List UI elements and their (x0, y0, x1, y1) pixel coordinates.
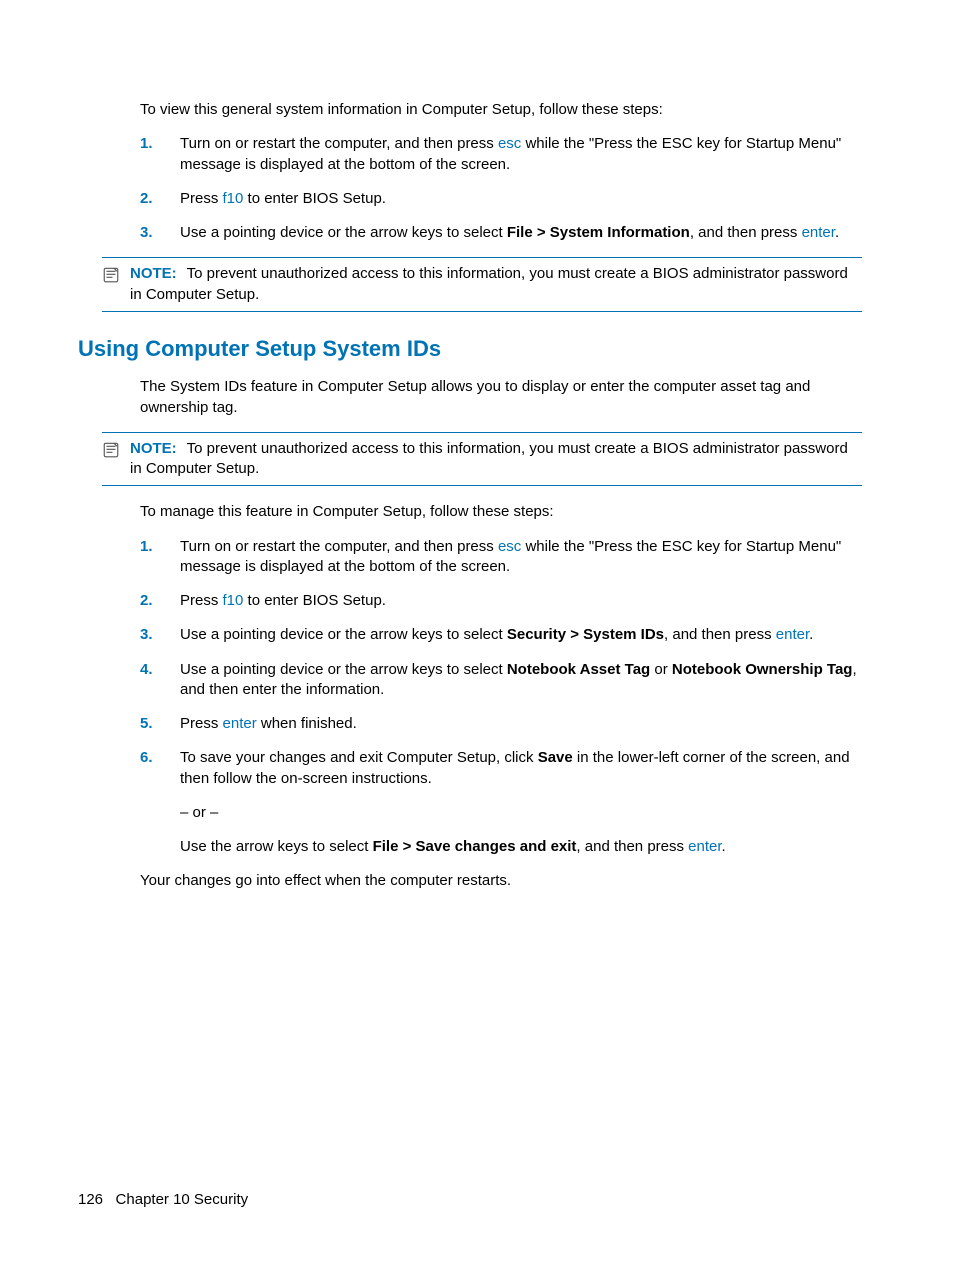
step-number: 1. (140, 134, 180, 154)
step-text: Use a pointing device or the arrow keys … (180, 223, 862, 243)
step-number: 6. (140, 748, 180, 768)
step-text: Press f10 to enter BIOS Setup. (180, 189, 862, 209)
section-heading: Using Computer Setup System IDs (78, 334, 862, 364)
step-text: Use a pointing device or the arrow keys … (180, 625, 862, 645)
note-text: NOTE:To prevent unauthorized access to t… (130, 439, 862, 480)
note-text: NOTE:To prevent unauthorized access to t… (130, 264, 862, 305)
list-item: 5. Press enter when finished. (140, 714, 862, 734)
chapter-label: Chapter 10 Security (116, 1191, 249, 1208)
note-label: NOTE: (130, 265, 177, 282)
key-enter: enter (223, 715, 257, 732)
option-asset-tag: Notebook Asset Tag (507, 661, 650, 678)
note-block-1: NOTE:To prevent unauthorized access to t… (102, 257, 862, 312)
page-footer: 126 Chapter 10 Security (78, 1190, 248, 1210)
step-text: To save your changes and exit Computer S… (180, 748, 862, 789)
intro-paragraph-2: The System IDs feature in Computer Setup… (140, 377, 862, 418)
note-icon (102, 439, 122, 465)
step-number: 4. (140, 660, 180, 680)
step-number: 3. (140, 625, 180, 645)
list-item: 1. Turn on or restart the computer, and … (140, 134, 862, 175)
list-item: 2. Press f10 to enter BIOS Setup. (140, 591, 862, 611)
key-esc: esc (498, 135, 521, 152)
option-ownership-tag: Notebook Ownership Tag (672, 661, 853, 678)
list-item: 3. Use a pointing device or the arrow ke… (140, 625, 862, 645)
key-enter: enter (688, 838, 721, 855)
intro-paragraph-3: To manage this feature in Computer Setup… (140, 502, 862, 522)
step-text: Turn on or restart the computer, and the… (180, 134, 862, 175)
step-text: Use a pointing device or the arrow keys … (180, 660, 862, 701)
note-icon (102, 264, 122, 290)
intro-paragraph-1: To view this general system information … (140, 100, 862, 120)
steps-list-1: 1. Turn on or restart the computer, and … (140, 134, 862, 243)
or-separator: – or – (180, 803, 862, 823)
list-item: 3. Use a pointing device or the arrow ke… (140, 223, 862, 243)
list-item: 1. Turn on or restart the computer, and … (140, 537, 862, 578)
menu-path: Security > System IDs (507, 626, 664, 643)
list-item: 4. Use a pointing device or the arrow ke… (140, 660, 862, 701)
key-enter: enter (802, 224, 835, 241)
step-text: Press enter when finished. (180, 714, 862, 734)
closing-paragraph: Your changes go into effect when the com… (140, 871, 862, 891)
step-number: 5. (140, 714, 180, 734)
step-number: 2. (140, 591, 180, 611)
step-text: Turn on or restart the computer, and the… (180, 537, 862, 578)
step-number: 1. (140, 537, 180, 557)
key-f10: f10 (223, 592, 244, 609)
page-number: 126 (78, 1191, 103, 1208)
list-item: 2. Press f10 to enter BIOS Setup. (140, 189, 862, 209)
step-number: 2. (140, 189, 180, 209)
key-enter: enter (776, 626, 809, 643)
key-esc: esc (498, 538, 521, 555)
key-f10: f10 (223, 190, 244, 207)
list-item: 6. To save your changes and exit Compute… (140, 748, 862, 789)
note-label: NOTE: (130, 440, 177, 457)
step-text: Press f10 to enter BIOS Setup. (180, 591, 862, 611)
step-number: 3. (140, 223, 180, 243)
menu-path: File > System Information (507, 224, 690, 241)
note-block-2: NOTE:To prevent unauthorized access to t… (102, 432, 862, 487)
alternative-step: Use the arrow keys to select File > Save… (180, 837, 862, 857)
steps-list-2: 1. Turn on or restart the computer, and … (140, 537, 862, 789)
menu-path: File > Save changes and exit (373, 838, 577, 855)
save-label: Save (538, 749, 573, 766)
